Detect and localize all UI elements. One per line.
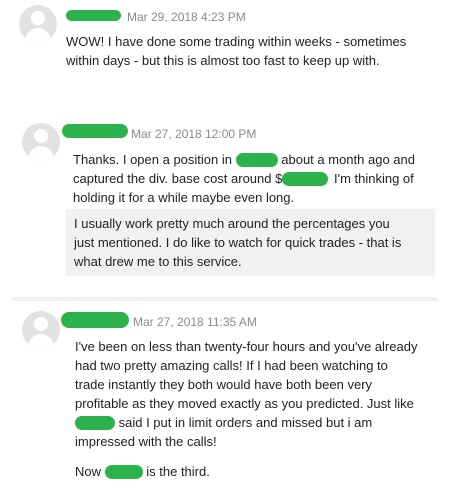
quoted-reply: I usually work pretty much around the pe…: [66, 209, 435, 276]
comment-divider: [12, 297, 437, 301]
avatar-head: [34, 129, 48, 143]
text-fragment: I've been on less than twenty-four hours…: [75, 339, 418, 411]
text-fragment: is the third.: [146, 464, 210, 479]
text-fragment: Now: [75, 464, 102, 479]
redacted-ticker: [235, 153, 278, 167]
redacted-ticker: [104, 465, 143, 479]
comment-text: Now is the third.: [75, 462, 420, 481]
avatar-body: [25, 28, 51, 43]
avatar[interactable]: [19, 5, 57, 43]
text-fragment: Thanks. I open a position in: [73, 152, 232, 167]
comment-text: I've been on less than twenty-four hours…: [75, 337, 420, 451]
avatar-head: [34, 317, 48, 331]
redacted-price: [282, 172, 329, 186]
redacted-username: [66, 10, 121, 21]
comment-date: Mar 29, 2018 4:23 PM: [127, 10, 246, 24]
avatar-body: [28, 334, 54, 349]
avatar[interactable]: [22, 311, 60, 349]
comment-date: Mar 27, 2018 12:00 PM: [131, 127, 257, 141]
redacted-username: [61, 312, 129, 328]
avatar-body: [28, 146, 54, 161]
comment-text: Thanks. I open a position in about a mon…: [73, 150, 415, 207]
comment-date: Mar 27, 2018 11:35 AM: [133, 315, 257, 329]
redacted-username: [62, 124, 128, 138]
quote-text: I usually work pretty much around the pe…: [74, 216, 402, 269]
avatar-head: [31, 11, 45, 25]
comment-text: WOW! I have done some trading within wee…: [66, 34, 407, 68]
avatar[interactable]: [22, 123, 60, 161]
text-fragment: said I put in limit orders and missed bu…: [75, 415, 373, 449]
redacted-username: [75, 416, 115, 430]
